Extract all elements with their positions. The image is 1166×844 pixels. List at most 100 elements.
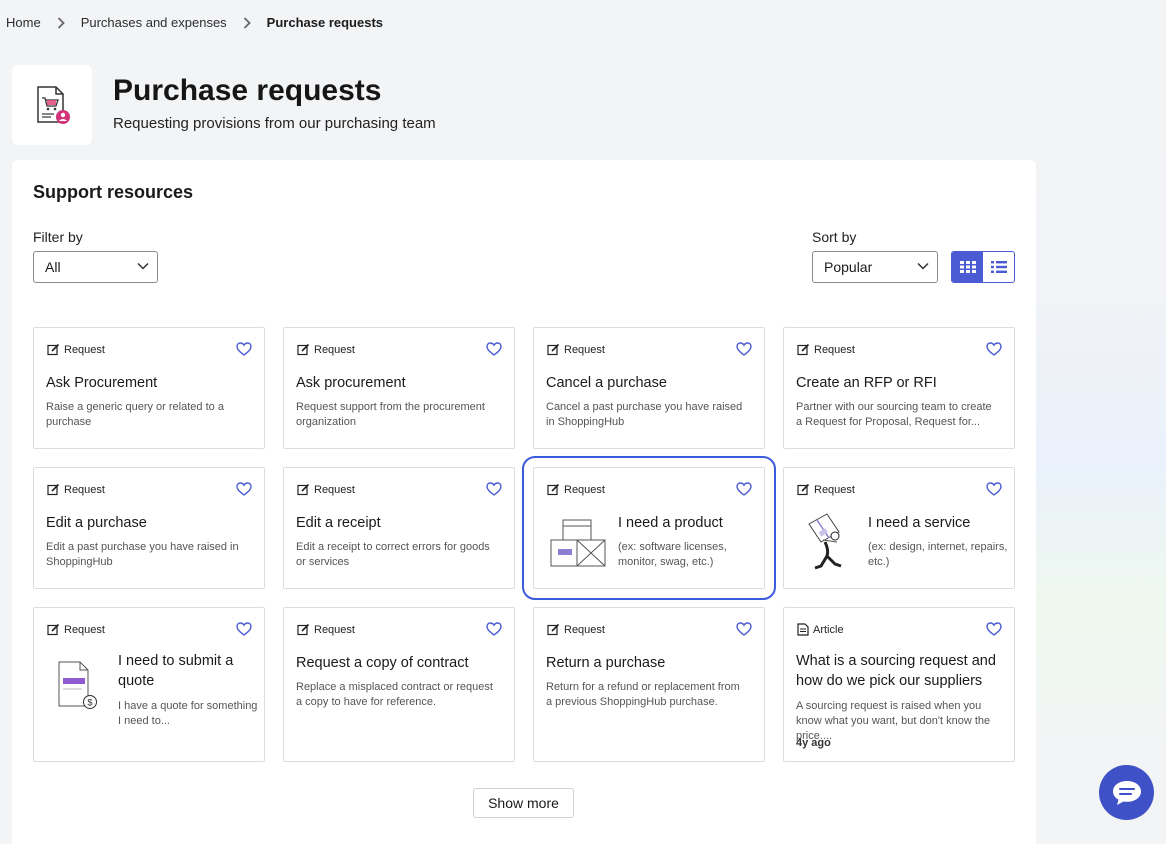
card-title: What is a sourcing request and how do we… [796,653,996,689]
resource-card[interactable]: Request $ I need to submit a quote I hav… [33,607,265,762]
heart-icon[interactable] [736,622,752,636]
card-description: Replace a misplaced contract or request … [296,681,493,708]
filter-select[interactable]: All [33,251,158,283]
heart-icon[interactable] [986,342,1002,356]
edit-icon [297,623,310,636]
card-title: I need to submit a quote [118,653,234,689]
card-description: Cancel a past purchase you have raised i… [546,401,743,428]
product-boxes-illustration [550,519,606,567]
card-type: Request [314,623,355,636]
card-description: (ex: design, internet, repairs, etc.) [868,541,1008,568]
edit-icon [547,623,560,636]
heart-icon[interactable] [986,482,1002,496]
card-description: Edit a past purchase you have raised in … [46,541,239,568]
section-title: Support resources [33,182,194,202]
breadcrumb-purchases-and-expenses[interactable]: Purchases and expenses [81,15,227,30]
heart-icon[interactable] [486,622,502,636]
heart-icon[interactable] [236,342,252,356]
quote-document-illustration: $ [58,661,97,709]
card-description: Return for a refund or replacement from … [546,681,740,708]
view-toggle [951,251,1015,283]
article-icon [797,623,809,636]
filter-label: Filter by [33,229,83,245]
resource-card[interactable]: Request Request a copy of contract Repla… [283,607,515,762]
card-title: Request a copy of contract [296,655,469,671]
card-title: Edit a purchase [46,515,147,531]
edit-icon [297,483,310,496]
card-title: I need a product [618,515,723,531]
chevron-down-icon [137,262,149,270]
card-type: Request [314,483,355,496]
list-icon [990,261,1007,273]
card-type: Request [564,343,605,356]
resource-card[interactable]: Request Cancel a purchase Cancel a past … [533,327,765,449]
card-type: Request [314,343,355,356]
card-type: Request [564,623,605,636]
edit-icon [797,483,810,496]
card-title: I need a service [868,515,971,531]
resource-card[interactable]: Request Ask Procurement Raise a generic … [33,327,265,449]
sort-select-value: Popular [824,259,873,275]
chevron-down-icon [917,262,929,270]
card-description: I have a quote for something I need to..… [118,700,258,727]
card-type: Request [814,343,855,356]
edit-icon [297,343,310,356]
heart-icon[interactable] [236,622,252,636]
resource-card-selected[interactable]: Request I need a product (ex: software l… [522,456,776,600]
card-type: Request [814,483,855,496]
show-more-button[interactable]: Show more [473,788,574,818]
heart-icon[interactable] [736,342,752,356]
card-description: Request support from the procurement org… [296,401,485,428]
card-type: Request [64,343,105,356]
chat-button[interactable] [1099,765,1154,820]
heart-icon[interactable] [986,622,1002,636]
grid-icon [959,261,976,273]
card-type: Request [64,623,105,636]
resource-card[interactable]: Article What is a sourcing request and h… [783,607,1015,762]
chevron-right-icon [227,16,267,29]
chat-bubble-icon [1112,780,1141,805]
svg-text:$: $ [88,698,93,708]
resource-card[interactable]: Request I need a service (ex: design, in… [783,467,1015,589]
breadcrumb: Home Purchases and expenses Purchase req… [6,15,383,30]
card-title: Create an RFP or RFI [796,375,937,391]
page-subtitle: Requesting provisions from our purchasin… [113,115,436,132]
card-type: Article [813,623,844,636]
delivery-person-illustration [808,513,842,570]
chevron-right-icon [41,16,81,29]
resource-card[interactable]: Request Ask procurement Request support … [283,327,515,449]
card-description: (ex: software licenses, monitor, swag, e… [618,541,727,568]
page-title: Purchase requests [113,74,382,107]
edit-icon [547,483,560,496]
card-title: Edit a receipt [296,515,381,531]
edit-icon [47,623,60,636]
list-view-button[interactable] [983,252,1014,282]
resource-card[interactable]: Request Edit a purchase Edit a past purc… [33,467,265,589]
card-title: Ask Procurement [46,375,158,391]
card-type: Request [564,483,605,496]
edit-icon [547,343,560,356]
card-description: Edit a receipt to correct errors for goo… [296,541,490,568]
card-title: Return a purchase [546,655,666,671]
heart-icon[interactable] [736,482,752,496]
sort-label: Sort by [812,229,857,245]
heart-icon[interactable] [236,482,252,496]
breadcrumb-home[interactable]: Home [6,15,41,30]
purchase-request-icon [12,65,92,145]
card-description: Partner with our sourcing team to create… [796,401,992,428]
edit-icon [797,343,810,356]
card-title: Cancel a purchase [546,375,667,391]
card-title: Ask procurement [296,375,406,391]
support-resources-panel: Support resources Filter by All Sort by … [12,160,1036,844]
filter-select-value: All [45,259,61,275]
resource-card[interactable]: Request Edit a receipt Edit a receipt to… [283,467,515,589]
sort-select[interactable]: Popular [812,251,938,283]
card-description: Raise a generic query or related to a pu… [46,401,224,428]
edit-icon [47,483,60,496]
heart-icon[interactable] [486,482,502,496]
card-type: Request [64,483,105,496]
heart-icon[interactable] [486,342,502,356]
resource-card[interactable]: Request Return a purchase Return for a r… [533,607,765,762]
resource-card[interactable]: Request Create an RFP or RFI Partner wit… [783,327,1015,449]
grid-view-button[interactable] [952,252,983,282]
